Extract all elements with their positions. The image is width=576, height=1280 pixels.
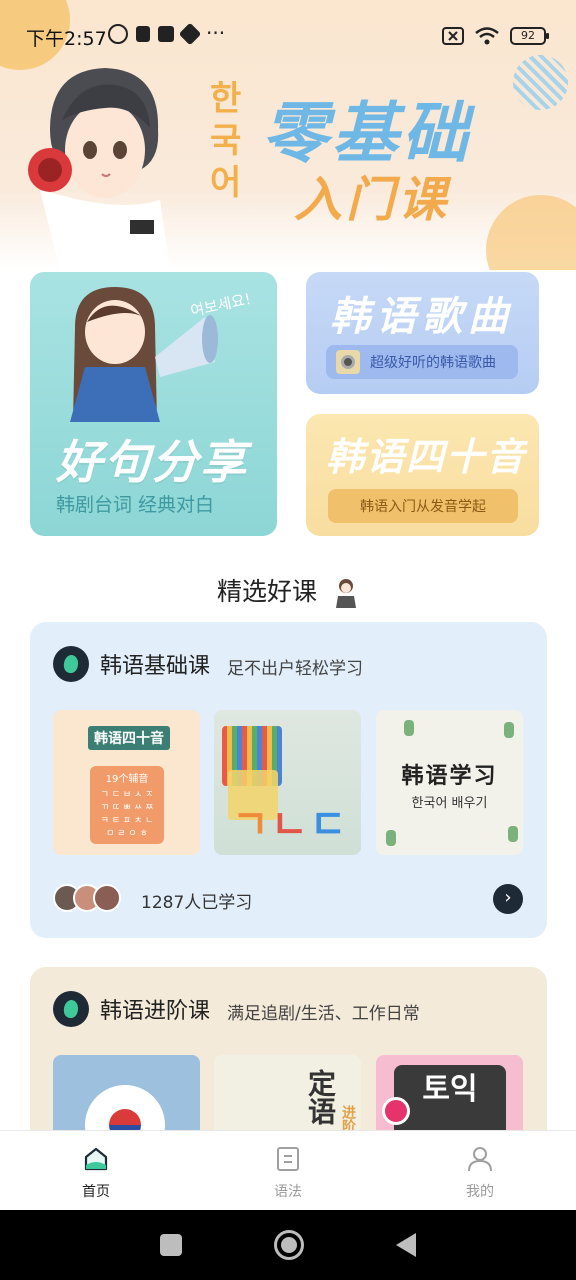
hero-korean-char: 한: [210, 79, 242, 119]
trash-icon: [136, 26, 150, 42]
recent-apps-icon[interactable]: [160, 1234, 182, 1256]
consonant-chart-lines: ㄱ ㄷ ㅂ ㅅ ㅈ ㄲ ㄸ ㅃ ㅆ ㅉ ㅋ ㅌ ㅍ ㅊ ㄴ ㅁ ㄹ ㅇ ㅎ: [100, 790, 154, 839]
course-thumb-study[interactable]: 韩语学习 한국어 배우기: [376, 710, 523, 855]
cactus-decor: [508, 826, 518, 842]
course-thumb-letters[interactable]: ㄱㄴㄷ: [214, 710, 361, 855]
thumb-tag: 进阶: [340, 1105, 356, 1133]
korean-forty-sounds-card[interactable]: 韩语四十音 韩语入门从发音学起: [306, 414, 539, 536]
tab-grammar[interactable]: 语法: [192, 1131, 384, 1210]
hero-subtitle: 入门课: [294, 172, 451, 228]
course-thumb-forty-sounds[interactable]: 韩语四十音 19个辅音 ㄱ ㄷ ㅂ ㅅ ㅈ ㄲ ㄸ ㅃ ㅆ ㅉ ㅋ ㅌ ㅍ ㅊ …: [53, 710, 200, 855]
tab-label: 语法: [274, 1184, 302, 1200]
learner-count: 1287人已学习: [141, 893, 253, 913]
forty-card-title: 韩语四十音: [326, 435, 527, 479]
cactus-decor: [504, 722, 514, 738]
thumb-tag: 韩语四十音: [88, 726, 170, 750]
home-button-icon[interactable]: [274, 1230, 304, 1260]
tab-profile[interactable]: 我的: [384, 1131, 576, 1210]
sim-off-icon: [442, 27, 464, 45]
share-card-subtitle: 韩剧台词 经典对白: [56, 494, 215, 516]
consonant-chart: 19个辅音 ㄱ ㄷ ㅂ ㅅ ㅈ ㄲ ㄸ ㅃ ㅆ ㅉ ㅋ ㅌ ㅍ ㅊ ㄴ ㅁ ㄹ …: [90, 766, 164, 844]
girl-sticker-icon: [335, 579, 356, 608]
grammar-icon: [277, 1147, 299, 1171]
forty-card-pill: 韩语入门从发音学起: [328, 489, 518, 523]
flame-icon: [53, 646, 89, 682]
hangul-letter: ㄱ: [232, 802, 271, 848]
songs-card-title: 韩语歌曲: [330, 294, 514, 340]
thumb-subtitle: 한국어 배우기: [411, 796, 488, 811]
vinyl-disc-icon: [336, 350, 360, 374]
cactus-decor: [404, 720, 414, 736]
app-icon: [178, 22, 202, 46]
tab-label: 我的: [466, 1184, 494, 1200]
cactus-decor: [386, 830, 396, 846]
back-icon[interactable]: [396, 1233, 416, 1257]
consonant-chart-title: 19个辅音: [105, 774, 149, 785]
more-dots-icon: ···: [206, 21, 226, 45]
thumb-title: 토익: [422, 1072, 478, 1107]
status-icons-left: ···: [108, 21, 226, 46]
chevron-right-icon[interactable]: ›: [493, 884, 523, 914]
battery-icon: 92: [510, 27, 549, 45]
mute-icon: [108, 24, 128, 44]
tab-home[interactable]: 首页: [0, 1131, 192, 1210]
bottom-tab-bar: 首页 语法 我的: [0, 1130, 576, 1210]
korean-songs-card[interactable]: 韩语歌曲 超级好听的韩语歌曲: [306, 272, 539, 394]
learner-avatars: [53, 884, 121, 912]
course-name: 韩语基础课: [100, 654, 211, 679]
course-name: 韩语进阶课: [100, 999, 211, 1024]
hero-korean-char: 어: [210, 163, 242, 203]
hangul-letter: ㄷ: [309, 802, 349, 848]
flame-icon: [53, 991, 89, 1027]
thumb-title: 韩语学习: [401, 764, 498, 789]
songs-card-pill-text: 超级好听的韩语歌曲: [370, 355, 496, 371]
songs-card-pill: 超级好听的韩语歌曲: [326, 345, 518, 379]
forty-card-pill-text: 韩语入门从发音学起: [360, 499, 486, 515]
upload-icon: [158, 26, 174, 42]
avatar: [93, 884, 121, 912]
decor-blob: [486, 195, 576, 270]
course-desc: 满足追剧/生活、工作日常: [227, 1004, 420, 1024]
hangul-letter: ㄴ: [270, 802, 310, 848]
hero-korean-char: 국: [210, 121, 242, 161]
boy-illustration: [28, 68, 170, 270]
share-card-title: 好句分享: [56, 435, 248, 489]
hangul-blocks: ㄱㄴㄷ: [232, 792, 348, 850]
status-icons-right: 92: [442, 26, 549, 46]
hero-korean-text: 한 국 어: [210, 78, 241, 204]
system-navigation-bar: [0, 1210, 576, 1280]
tab-label: 首页: [82, 1184, 110, 1200]
course-desc: 足不出户轻松学习: [227, 659, 363, 679]
basic-course-card[interactable]: 韩语基础课 足不出户轻松学习 韩语四十音 19个辅音 ㄱ ㄷ ㅂ ㅅ ㅈ ㄲ ㄸ…: [30, 622, 547, 938]
profile-icon: [468, 1147, 492, 1172]
share-sentences-card[interactable]: 여보세요! 好句分享 韩剧台词 经典对白: [30, 272, 277, 536]
section-title: 精选好课: [0, 572, 576, 608]
thumb-title: 定语: [304, 1069, 337, 1125]
status-bar: 下午2:57 ··· 92: [0, 0, 576, 72]
wifi-icon: [475, 27, 499, 45]
home-icon: [84, 1147, 108, 1171]
play-icon: [382, 1097, 410, 1125]
status-time: 下午2:57: [26, 28, 107, 50]
section-title-text: 精选好课: [217, 577, 318, 606]
